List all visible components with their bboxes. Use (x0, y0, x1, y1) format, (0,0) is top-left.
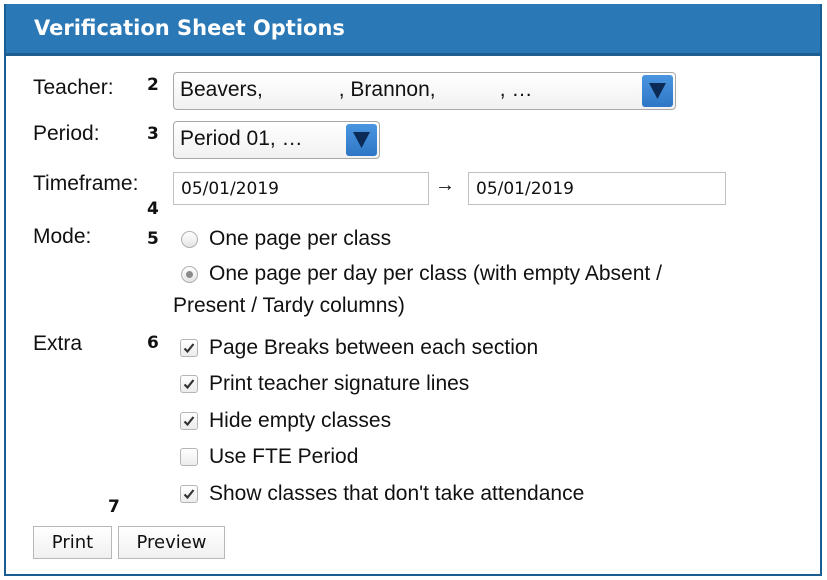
period-label: Period: (33, 122, 100, 145)
timeframe-start-input[interactable]: 05/01/2019 (173, 172, 429, 205)
chevron-down-icon (649, 83, 666, 99)
period-select-dropdown-button[interactable] (346, 124, 377, 156)
marker-2: 2 (147, 75, 159, 95)
period-select[interactable]: Period 01, … (173, 121, 380, 159)
teacher-label: Teacher: (33, 76, 114, 99)
use-fte-period-label: Use FTE Period (209, 445, 359, 468)
marker-5: 5 (147, 229, 159, 249)
mode-label: Mode: (33, 225, 92, 248)
hide-empty-classes-label: Hide empty classes (209, 409, 392, 432)
mode-radio-one-page-per-day[interactable] (181, 266, 198, 283)
checkbox-use-fte-period[interactable] (180, 448, 198, 466)
checkmark-icon (183, 489, 195, 500)
marker-7: 7 (108, 497, 120, 517)
teacher-select-value: Beavers, , Brannon, , … (180, 78, 533, 101)
timeframe-start-value: 05/01/2019 (181, 179, 279, 199)
mode-option-one-page-per-day-label-line2: Present / Tardy columns) (173, 294, 405, 317)
panel-header: Verification Sheet Options (6, 4, 820, 56)
extra-label: Extra (33, 332, 83, 355)
teacher-select-dropdown-button[interactable] (642, 75, 673, 107)
marker-4: 4 (147, 199, 159, 219)
mode-option-one-page-per-class-label: One page per class (209, 227, 392, 250)
checkmark-icon (183, 343, 195, 354)
teacher-signature-lines-label: Print teacher signature lines (209, 372, 470, 395)
checkmark-icon (183, 416, 195, 427)
timeframe-label: Timeframe: (33, 172, 139, 195)
marker-3: 3 (147, 124, 159, 144)
range-arrow-icon: → (435, 174, 455, 196)
chevron-down-icon (353, 132, 370, 148)
print-button[interactable]: Print (33, 526, 112, 559)
show-non-attendance-classes-label: Show classes that don't take attendance (209, 482, 585, 505)
mode-radio-one-page-per-class[interactable] (181, 231, 198, 248)
page-breaks-label: Page Breaks between each section (209, 336, 539, 359)
marker-6: 6 (147, 333, 159, 353)
period-select-value: Period 01, … (180, 127, 303, 150)
checkbox-hide-empty-classes[interactable] (180, 412, 198, 430)
checkbox-show-non-attendance-classes[interactable] (180, 485, 198, 503)
preview-button[interactable]: Preview (118, 526, 225, 559)
timeframe-end-input[interactable]: 05/01/2019 (468, 172, 726, 205)
panel-title: Verification Sheet Options (34, 16, 345, 40)
teacher-select[interactable]: Beavers, , Brannon, , … (173, 72, 676, 110)
checkbox-page-breaks[interactable] (180, 339, 198, 357)
mode-option-one-page-per-day-label-line1: One page per day per class (with empty A… (209, 262, 662, 285)
checkbox-teacher-signature-lines[interactable] (180, 375, 198, 393)
checkmark-icon (183, 379, 195, 390)
timeframe-end-value: 05/01/2019 (476, 179, 574, 199)
